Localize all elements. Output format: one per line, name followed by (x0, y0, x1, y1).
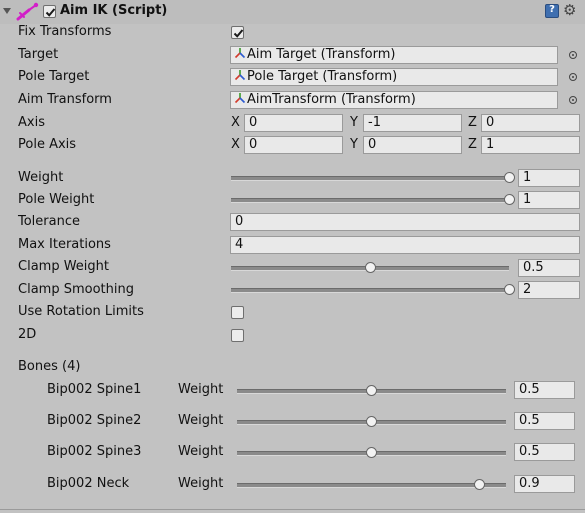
aim-transform-value: AimTransform (Transform) (247, 92, 416, 107)
bone-weight-label: Weight (178, 413, 224, 428)
target-value: Aim Target (Transform) (247, 47, 396, 62)
aim-ik-script-icon (16, 2, 39, 21)
clamp-smoothing-label: Clamp Smoothing (18, 282, 134, 297)
tolerance-label: Tolerance (18, 214, 80, 229)
divider (0, 509, 585, 510)
bone-weight-field[interactable]: 0.5 (514, 412, 575, 430)
transform-icon (234, 93, 246, 104)
bone-weight-slider-thumb[interactable] (366, 385, 377, 396)
bone-name: Bip002 Spine3 (47, 444, 142, 459)
pole-weight-slider-track[interactable] (231, 198, 509, 203)
pole-target-value: Pole Target (Transform) (247, 69, 398, 84)
clamp-weight-slider-thumb[interactable] (364, 262, 376, 273)
target-object-picker-icon[interactable] (569, 51, 577, 59)
use-rotation-limits-checkbox[interactable] (231, 306, 244, 319)
transform-icon (234, 70, 246, 81)
pole-weight-label: Pole Weight (18, 192, 95, 207)
axis-z-label: Z (468, 115, 477, 130)
gear-icon[interactable]: ⚙ (563, 1, 576, 19)
use-rotation-limits-label: Use Rotation Limits (18, 304, 144, 319)
pole-axis-z-field[interactable]: 1 (481, 136, 580, 154)
help-book-icon[interactable]: ? (545, 4, 559, 18)
checkmark-icon (45, 8, 56, 17)
clamp-smoothing-slider-thumb[interactable] (503, 284, 515, 295)
bone-weight-label: Weight (178, 476, 224, 491)
bone-weight-slider-thumb[interactable] (366, 447, 377, 458)
bone-weight-field[interactable]: 0.9 (514, 475, 575, 493)
bone-name: Bip002 Spine1 (47, 382, 142, 397)
weight-field[interactable]: 1 (518, 169, 580, 187)
pole-axis-y-label: Y (350, 137, 358, 152)
aim-transform-label: Aim Transform (18, 92, 112, 107)
pole-axis-x-label: X (231, 137, 240, 152)
two-d-label: 2D (18, 327, 37, 342)
bone-name: Bip002 Spine2 (47, 413, 142, 428)
max-iterations-label: Max Iterations (18, 237, 111, 252)
foldout-arrow-icon[interactable] (3, 8, 11, 14)
weight-slider-track[interactable] (231, 176, 509, 181)
axis-y-label: Y (350, 115, 358, 130)
pole-axis-z-label: Z (468, 137, 477, 152)
bones-header: Bones (4) (18, 359, 81, 374)
aim-transform-object-picker-icon[interactable] (569, 96, 577, 104)
pole-axis-y-field[interactable]: 0 (363, 136, 462, 154)
tolerance-field[interactable]: 0 (230, 213, 580, 231)
target-field[interactable]: Aim Target (Transform) (230, 46, 558, 64)
target-label: Target (18, 47, 59, 62)
weight-slider-thumb[interactable] (503, 172, 515, 183)
bone-weight-label: Weight (178, 382, 224, 397)
component-header[interactable]: Aim IK (Script) ? ⚙ (0, 0, 585, 24)
clamp-smoothing-slider-track[interactable] (231, 288, 509, 293)
fix-transforms-checkbox[interactable] (231, 26, 244, 39)
fix-transforms-label: Fix Transforms (18, 24, 112, 39)
bone-weight-field[interactable]: 0.5 (514, 443, 575, 461)
bone-weight-slider-track[interactable] (237, 483, 506, 488)
bone-weight-slider-thumb[interactable] (366, 416, 377, 427)
pole-weight-slider-thumb[interactable] (503, 194, 515, 205)
axis-y-field[interactable]: -1 (363, 114, 462, 132)
checkmark-icon (233, 29, 244, 38)
component-enabled-checkbox[interactable] (43, 5, 56, 18)
pole-target-object-picker-icon[interactable] (569, 73, 577, 81)
clamp-weight-label: Clamp Weight (18, 259, 109, 274)
clamp-weight-field[interactable]: 0.5 (518, 259, 580, 277)
pole-target-label: Pole Target (18, 69, 90, 84)
component-title: Aim IK (Script) (60, 3, 168, 18)
clamp-smoothing-field[interactable]: 2 (518, 281, 580, 299)
axis-z-field[interactable]: 0 (481, 114, 580, 132)
transform-icon (234, 48, 246, 59)
two-d-checkbox[interactable] (231, 329, 244, 342)
weight-label: Weight (18, 170, 64, 185)
pole-axis-label: Pole Axis (18, 137, 77, 152)
pole-axis-x-field[interactable]: 0 (244, 136, 343, 154)
axis-x-field[interactable]: 0 (244, 114, 343, 132)
bone-weight-label: Weight (178, 444, 224, 459)
bone-weight-slider-thumb[interactable] (473, 479, 485, 490)
axis-label: Axis (18, 115, 45, 130)
max-iterations-field[interactable]: 4 (230, 236, 580, 254)
aim-transform-field[interactable]: AimTransform (Transform) (230, 91, 558, 109)
bone-name: Bip002 Neck (47, 476, 130, 491)
axis-x-label: X (231, 115, 240, 130)
pole-weight-field[interactable]: 1 (518, 191, 580, 209)
bone-weight-field[interactable]: 0.5 (514, 381, 575, 399)
pole-target-field[interactable]: Pole Target (Transform) (230, 68, 558, 86)
